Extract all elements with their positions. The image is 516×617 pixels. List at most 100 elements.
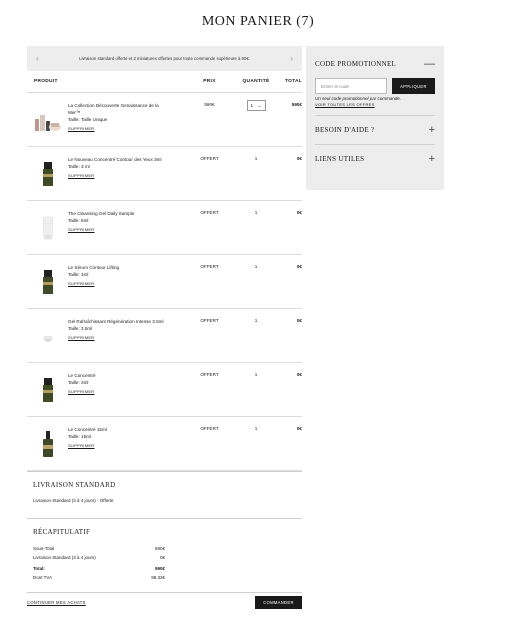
vat-label: Dont TVA [33,575,53,580]
product-price: OFFERT [200,156,219,161]
plus-icon[interactable]: + [429,153,435,165]
quantity-value: 1 [254,156,258,161]
product-name[interactable]: Gel Rafraîchissant Régénération Intense … [68,318,168,325]
product-name[interactable]: Le Concentré 15ml [68,426,168,433]
product-name[interactable]: Le Sérum Contour Lifting [68,264,168,271]
promo-header[interactable]: CODE PROMOTIONNEL — [315,58,435,70]
subtotal-value: 590€ [154,546,165,551]
total-line: Total: 590€ [33,566,165,571]
header-total: TOTAL [284,79,302,84]
product-total: 0€ [296,156,302,161]
product-info: Le Nouveau Concentré Contour des Yeux 3m… [68,156,168,179]
help-accordion[interactable]: BESOIN D'AIDE ? + [315,115,435,144]
cart-items: La Collection Découverte Genaissance de … [27,93,302,471]
product-image[interactable] [34,321,62,351]
chevron-right-icon[interactable]: › [290,54,293,63]
product-info: The Cleansing Gel Daily Sample Taille: 5m… [68,210,168,233]
product-image[interactable] [34,375,62,405]
useful-links-accordion[interactable]: LIENS UTILES + [315,144,435,173]
table-row: Le Concentré Taille: 3ml SUPPRIMER OFFERT 1 0… [27,363,302,417]
product-name[interactable]: La Collection Découverte Genaissance de … [68,102,168,116]
quantity-value: 1 [254,318,258,323]
product-total: 0€ [296,318,302,323]
table-row: Le Sérum Contour Lifting Taille: 3ml SUPPR… [27,255,302,309]
product-name[interactable]: Le Concentré [68,372,168,379]
total-label: Total: [33,566,45,571]
product-price: OFFERT [200,372,219,377]
product-quantity: 1 ⌄ [231,100,281,111]
page-title: MON PANIER (7) [201,14,315,29]
product-total: 0€ [296,426,302,431]
product-total: 0€ [296,372,302,377]
apply-button[interactable]: APPLIQUER [392,78,435,94]
product-size: Taille: 3ml [68,272,89,277]
promo-note: Un seul code promotionnel par commande. [315,96,402,101]
product-price: OFFERT [200,426,219,431]
product-name[interactable]: The Cleansing Gel Daily Sample [68,210,168,217]
chevron-left-icon[interactable]: ‹ [36,54,39,63]
shipping-line-label: Livraison Standard (3 à 4 jours) [33,555,96,560]
shipping-text: Livraison Standard (3 à 4 jours) - Offer… [33,498,114,503]
recap-title: RÉCAPITULATIF [33,528,91,536]
remove-link[interactable]: SUPPRIMER [68,226,94,233]
total-value: 590€ [154,566,165,571]
quantity-value: 1 [254,210,258,215]
subtotal-line: Sous-Total 590€ [33,546,165,551]
quantity-value: 1 [254,264,258,269]
minus-icon[interactable]: — [424,58,435,70]
quantity-select[interactable]: 1 ⌄ [246,100,266,111]
product-size: Taille: 15ml [68,434,91,439]
header-quantity: QUANTITÉ [242,79,270,84]
recap-section: RÉCAPITULATIF Sous-Total 590€ Livraison … [27,518,302,593]
quantity-value: 1 [250,103,254,108]
promo-banner: ‹ Livraison standard offerte et 2 miniat… [27,46,302,71]
useful-links-title: LIENS UTILES [315,155,365,163]
product-info: Le Sérum Contour Lifting Taille: 3ml SUPPR… [68,264,168,287]
quantity-value: 1 [254,372,258,377]
product-quantity: 1 [231,210,281,215]
remove-link[interactable]: SUPPRIMER [68,125,94,132]
product-name[interactable]: Le Nouveau Concentré Contour des Yeux 3m… [68,156,168,163]
table-row: Le Concentré 15ml Taille: 15ml SUPPRIMER OF… [27,417,302,471]
promo-form: Entrer le code APPLIQUER [315,78,435,94]
remove-link[interactable]: SUPPRIMER [68,280,94,287]
order-button[interactable]: COMMANDER [255,596,302,609]
shipping-section: LIVRAISON STANDARD Livraison Standard (3… [27,471,302,518]
product-image[interactable] [34,213,62,243]
banner-text: Livraison standard offerte et 2 miniatur… [79,56,250,61]
product-image[interactable] [34,267,62,297]
product-image[interactable] [34,105,62,135]
remove-link[interactable]: SUPPRIMER [68,172,94,179]
header-product: PRODUIT [34,79,58,84]
sidebar-panel: CODE PROMOTIONNEL — Entrer le code APPLI… [306,46,444,190]
view-offers-link[interactable]: VOIR TOUTES LES OFFRES [315,102,435,107]
plus-icon[interactable]: + [429,124,435,136]
remove-link[interactable]: SUPPRIMER [68,334,94,341]
remove-link[interactable]: SUPPRIMER [68,442,94,449]
product-quantity: 1 [231,318,281,323]
product-quantity: 1 [231,426,281,431]
product-info: Gel Rafraîchissant Régénération Intense … [68,318,168,341]
table-row: Le Nouveau Concentré Contour des Yeux 3m… [27,147,302,201]
table-row: The Cleansing Gel Daily Sample Taille: 5m… [27,201,302,255]
remove-link[interactable]: SUPPRIMER [68,388,94,395]
subtotal-label: Sous-Total [33,546,55,551]
continue-shopping-link[interactable]: CONTINUER MES ACHATS [27,600,86,605]
product-image[interactable] [34,159,62,189]
product-price: OFFERT [200,318,219,323]
product-size: Taille: 3 ml [68,164,90,169]
product-quantity: 1 [231,372,281,377]
product-total: 590€ [291,102,302,107]
product-size: Taille: Taille Unique [68,117,108,122]
product-price: 590€ [204,102,215,107]
vat-value: 98.33€ [151,575,165,580]
product-image[interactable] [34,429,62,459]
table-row: La Collection Découverte Genaissance de … [27,93,302,147]
shipping-line-value: 0€ [159,555,165,560]
product-price: OFFERT [200,264,219,269]
product-size: Taille: 3ml [68,380,89,385]
product-size: Taille: 5ml [68,218,89,223]
promo-code-input[interactable]: Entrer le code [315,78,387,94]
product-info: La Collection Découverte Genaissance de … [68,102,168,132]
product-total: 0€ [296,210,302,215]
